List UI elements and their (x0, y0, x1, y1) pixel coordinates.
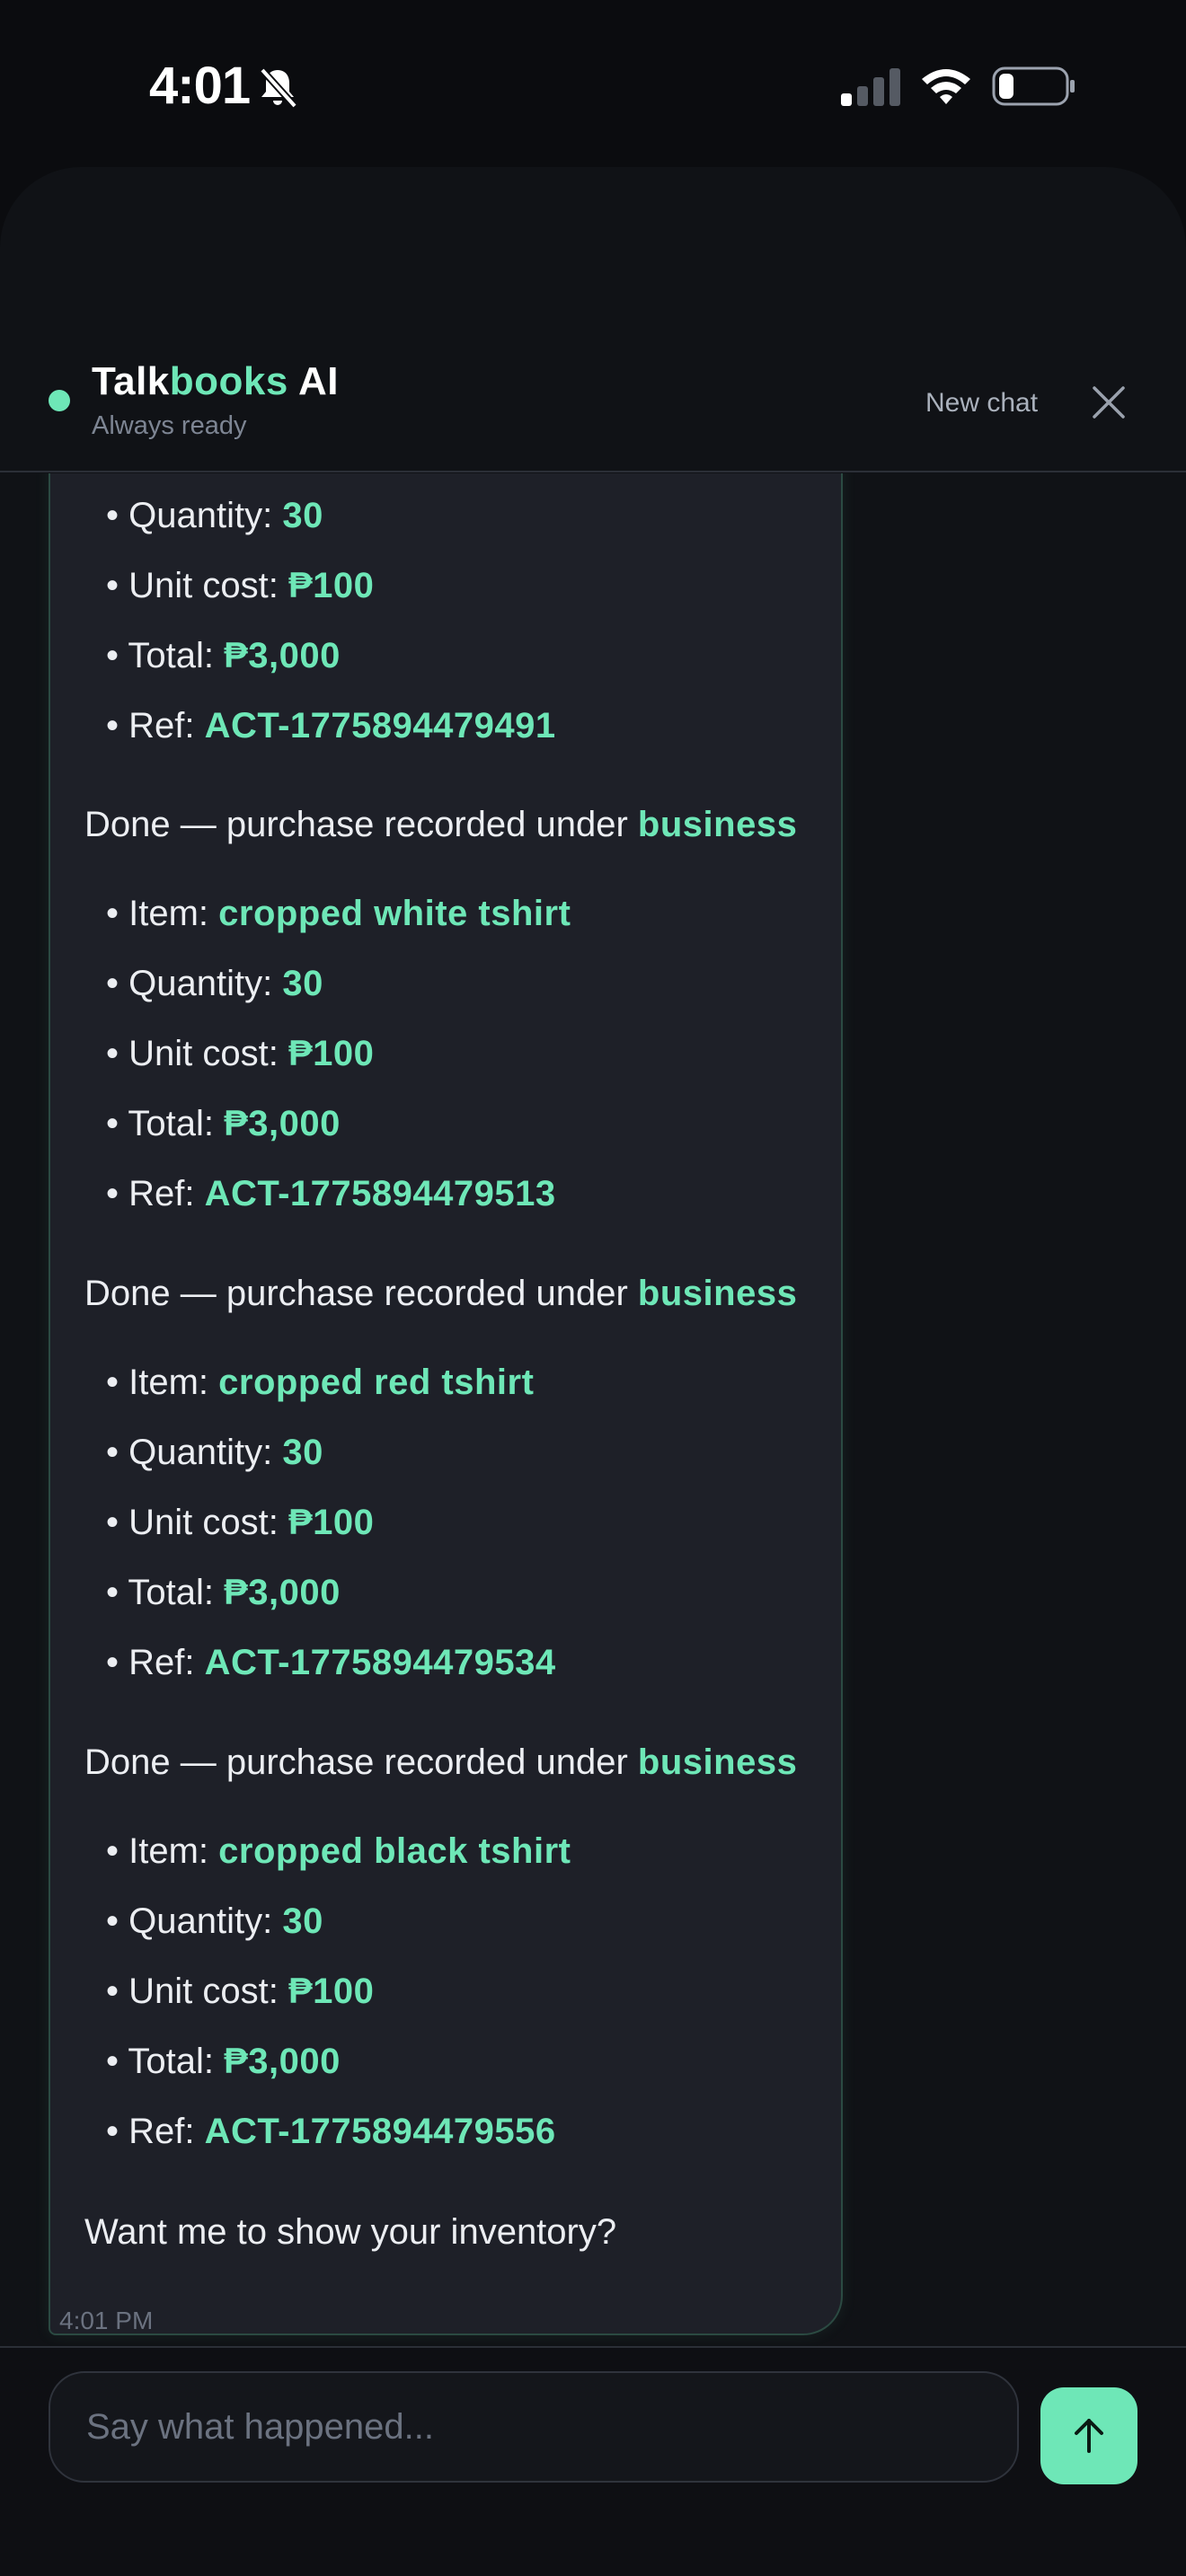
list-item: • Item: cropped black tshirt (106, 1831, 571, 1871)
list-item: • Quantity: 30 (106, 496, 323, 535)
message-input[interactable]: Say what happened... (49, 2371, 1019, 2483)
list-item: • Total: ₱3,000 (106, 636, 341, 675)
closing-question: Want me to show your inventory? (84, 2212, 617, 2252)
list-item: • Ref: ACT-1775894479534 (106, 1643, 556, 1682)
list-item: • Quantity: 30 (106, 1901, 323, 1941)
close-icon[interactable] (1089, 383, 1128, 422)
signal-icon (841, 68, 900, 106)
new-chat-button[interactable]: New chat (925, 388, 1038, 419)
bell-off-icon (260, 67, 297, 109)
list-item: • Total: ₱3,000 (106, 1573, 341, 1612)
list-item: • Ref: ACT-1775894479491 (106, 706, 556, 745)
send-button[interactable] (1040, 2387, 1137, 2484)
message-timestamp: 4:01 PM (59, 2307, 154, 2334)
confirmation-line: Done — purchase recorded under business (84, 1742, 798, 1782)
battery-icon (992, 66, 1075, 106)
list-item: • Unit cost: ₱100 (106, 566, 375, 605)
list-item: • Ref: ACT-1775894479556 (106, 2112, 556, 2151)
online-status-dot (49, 390, 70, 411)
list-item: • Unit cost: ₱100 (106, 1972, 375, 2011)
list-item: • Unit cost: ₱100 (106, 1034, 375, 1073)
list-item: • Ref: ACT-1775894479513 (106, 1174, 556, 1213)
list-item: • Item: cropped red tshirt (106, 1363, 535, 1402)
list-item: • Quantity: 30 (106, 1433, 323, 1472)
status-time: 4:01 (149, 57, 251, 115)
list-item: • Item: cropped white tshirt (106, 894, 571, 933)
confirmation-line: Done — purchase recorded under business (84, 1274, 798, 1313)
status-bar: 4:01 (0, 0, 1186, 171)
list-item: • Total: ₱3,000 (106, 2042, 341, 2081)
assistant-status: Always ready (92, 411, 247, 440)
arrow-up-icon (1075, 2419, 1103, 2453)
list-item: • Total: ₱3,000 (106, 1104, 341, 1143)
list-item: • Unit cost: ₱100 (106, 1503, 375, 1542)
chat-messages[interactable]: • Quantity: 30 • Unit cost: ₱100 • Total… (0, 473, 1186, 2346)
wifi-icon (922, 69, 970, 104)
confirmation-line: Done — purchase recorded under business (84, 805, 798, 844)
assistant-message-bubble: • Quantity: 30 • Unit cost: ₱100 • Total… (49, 473, 843, 2335)
list-item: • Quantity: 30 (106, 964, 323, 1003)
message-input-placeholder: Say what happened... (86, 2407, 434, 2447)
brand-title: Talkbooks AI (92, 359, 339, 403)
